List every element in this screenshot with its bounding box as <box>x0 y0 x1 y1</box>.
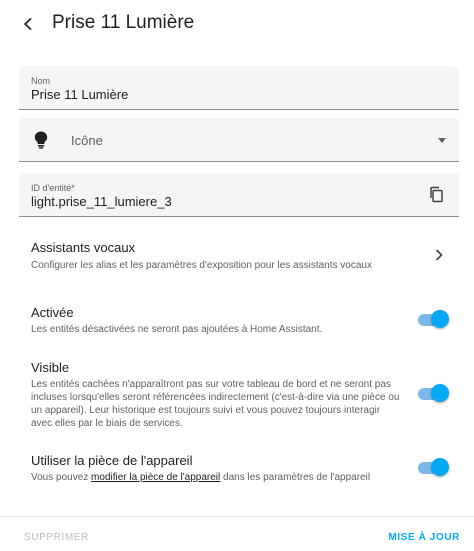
modify-device-area-link[interactable]: modifier la pièce de l'appareil <box>91 472 220 483</box>
voice-assistants-description: Configurer les alias et les paramètres d… <box>31 260 372 271</box>
device-area-description: Vous pouvez modifier la pièce de l'appar… <box>31 471 370 484</box>
name-field[interactable]: Nom Prise 11 Lumière <box>19 66 459 110</box>
enabled-toggle-thumb <box>431 310 449 328</box>
caret-down-icon[interactable] <box>438 138 446 143</box>
voice-assistants-row[interactable]: Assistants vocaux Configurer les alias e… <box>0 230 474 280</box>
back-button[interactable] <box>14 10 42 38</box>
device-area-description-prefix: Vous pouvez <box>31 472 92 483</box>
voice-assistants-title: Assistants vocaux <box>31 240 136 255</box>
device-area-description-suffix: dans les paramètres de l'appareil <box>220 472 371 483</box>
device-area-toggle-thumb <box>431 458 449 476</box>
visible-title: Visible <box>31 360 70 375</box>
delete-button[interactable]: SUPPRIMER <box>24 532 89 543</box>
device-area-toggle[interactable] <box>418 458 449 476</box>
device-area-title: Utiliser la pièce de l'appareil <box>31 453 193 468</box>
visible-description: Les entités cachées n'apparaîtront pas s… <box>31 379 400 429</box>
icon-picker-field[interactable]: Icône <box>19 118 459 162</box>
visible-toggle-thumb <box>431 384 449 402</box>
name-field-label: Nom <box>31 76 51 86</box>
enabled-toggle[interactable] <box>418 310 449 328</box>
entity-id-field-value[interactable]: light.prise_11_lumiere_3 <box>31 194 172 209</box>
page-title: Prise 11 Lumière <box>52 12 195 33</box>
footer-divider <box>0 516 474 517</box>
chevron-right-icon[interactable] <box>434 249 444 261</box>
entity-id-field-label: ID d'entité* <box>31 183 75 193</box>
lightbulb-icon <box>34 131 48 149</box>
icon-picker-placeholder: Icône <box>71 133 103 148</box>
visible-toggle[interactable] <box>418 384 449 402</box>
copy-icon[interactable] <box>427 185 447 205</box>
dialog-header: Prise 11 Lumière <box>0 0 474 48</box>
enabled-title: Activée <box>31 305 74 320</box>
entity-id-field[interactable]: ID d'entité* light.prise_11_lumiere_3 <box>19 173 459 217</box>
update-button[interactable]: MISE À JOUR <box>388 532 460 543</box>
name-field-value[interactable]: Prise 11 Lumière <box>31 87 128 102</box>
arrow-left-icon <box>24 18 32 30</box>
enabled-description: Les entités désactivées ne seront pas aj… <box>31 324 323 335</box>
